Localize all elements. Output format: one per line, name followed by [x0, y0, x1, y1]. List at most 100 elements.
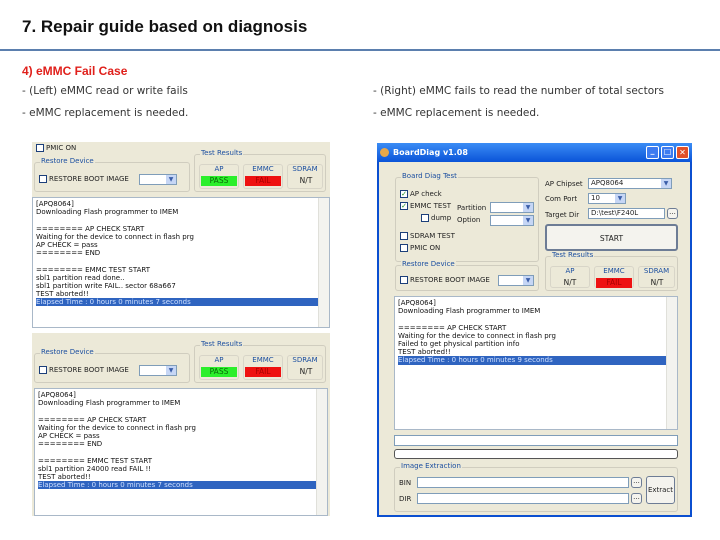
result-emmc: EMMC FAIL — [594, 266, 634, 288]
checkbox-label: dump — [431, 214, 452, 222]
sdram-test-checkbox[interactable]: SDRAM TEST — [400, 232, 455, 240]
title-bar: BoardDiag v1.08 _ □ ✕ — [377, 143, 692, 162]
group-label: Image Extraction — [400, 462, 462, 470]
target-dir-input[interactable]: D:\test\F240L — [588, 208, 665, 219]
target-dir-label: Target Dir — [545, 211, 580, 219]
option-select[interactable]: ▼ — [490, 215, 534, 226]
com-port-label: Com Port — [545, 195, 578, 203]
scrollbar[interactable] — [316, 389, 327, 515]
close-icon[interactable]: ✕ — [676, 146, 689, 159]
section-subtitle: 4) eMMC Fail Case — [22, 64, 128, 78]
status-badge: PASS — [201, 176, 237, 186]
ap-check-checkbox[interactable]: ✓ AP check — [400, 190, 442, 198]
emmc-test-checkbox[interactable]: ✓ EMMC TEST — [400, 202, 451, 210]
board-diag-test-group: Board Diag Test ✓ AP check ✓ EMMC TEST Par… — [395, 172, 539, 262]
restore-boot-image-checkbox[interactable]: RESTORE BOOT IMAGE — [39, 366, 129, 374]
log-line: TEST aborted!! — [36, 290, 89, 299]
status-badge: N/T — [299, 176, 313, 185]
chevron-down-icon: ▼ — [523, 203, 533, 212]
left-note-2: - eMMC replacement is needed. — [22, 107, 189, 119]
log-line: sbl1 partition write FAIL.. sector 68a66… — [36, 281, 176, 290]
status-badge: FAIL — [245, 176, 281, 186]
result-ap: AP PASS — [199, 164, 239, 189]
log-output[interactable]: [APQ8064] Downloading Flash programmer to… — [34, 388, 328, 516]
chevron-down-icon: ▼ — [523, 276, 533, 285]
log-line: Downloading Flash programmer to IMEM — [36, 208, 179, 217]
status-badge: N/T — [563, 278, 577, 287]
group-label: Board Diag Test — [401, 172, 458, 180]
restore-device-group: Restore Device RESTORE BOOT IMAGE ▼ — [395, 260, 539, 291]
chevron-down-icon: ▼ — [523, 216, 533, 225]
left-top-screenshot: PMIC ON Restore Device RESTORE BOOT IMAG… — [32, 142, 330, 328]
log-line-selected: Elapsed Time : 0 hours 0 minutes 7 secon… — [36, 298, 326, 307]
selected-value: 10 — [591, 194, 600, 202]
minimize-icon[interactable]: _ — [646, 146, 659, 159]
extract-button[interactable]: Extract — [646, 476, 675, 504]
pmic-label: PMIC ON — [46, 144, 77, 152]
option-label: Option — [457, 216, 481, 224]
restore-boot-image-checkbox[interactable]: RESTORE BOOT IMAGE — [400, 276, 490, 284]
status-badge: PASS — [201, 367, 237, 377]
checkbox-label: EMMC TEST — [410, 202, 452, 210]
group-label: Test Results — [551, 251, 595, 259]
log-line-selected: Elapsed Time : 0 hours 0 minutes 7 secon… — [38, 481, 324, 490]
log-line: ======== END — [38, 440, 103, 449]
log-line: Downloading Flash programmer to IMEM — [398, 307, 541, 316]
log-line: sbl1 partition 24000 read FAIL !! — [38, 464, 152, 473]
app-icon — [380, 148, 389, 157]
restore-image-select[interactable]: ▼ — [139, 174, 177, 185]
log-line: AP CHECK = pass — [36, 240, 98, 249]
result-emmc: EMMC FAIL — [243, 164, 283, 189]
title-divider — [0, 49, 720, 51]
restore-image-select[interactable]: ▼ — [139, 365, 177, 376]
group-label: Test Results — [200, 340, 244, 348]
ap-chipset-label: AP Chipset — [545, 180, 583, 188]
partition-select[interactable]: ▼ — [490, 202, 534, 213]
right-note-1: - (Right) eMMC fails to read the number … — [373, 85, 664, 97]
group-label: Restore Device — [401, 260, 456, 268]
target-dir-browse-button[interactable]: ... — [667, 208, 678, 219]
result-emmc: EMMC FAIL — [243, 355, 283, 380]
scrollbar[interactable] — [318, 198, 329, 327]
dump-checkbox[interactable]: dump — [421, 214, 451, 222]
ap-chipset-select[interactable]: APQ8064 ▼ — [588, 178, 672, 189]
log-line: [APQ8064] — [36, 200, 74, 208]
bin-input[interactable] — [417, 477, 629, 488]
log-output[interactable]: [APQ8064] Downloading Flash programmer to… — [32, 197, 330, 328]
status-badge: FAIL — [245, 367, 281, 377]
image-extraction-group: Image Extraction BIN ... DIR ... Extract — [394, 462, 678, 512]
result-ap: AP PASS — [199, 355, 239, 380]
partition-label: Partition — [457, 204, 487, 212]
pmic-on-checkbox[interactable]: PMIC ON — [400, 244, 440, 252]
result-sdram: SDRAM N/T — [287, 355, 323, 380]
status-badge: N/T — [650, 278, 664, 287]
result-sdram: SDRAM N/T — [287, 164, 323, 189]
pmic-on-checkbox[interactable]: PMIC ON — [36, 144, 76, 152]
log-line: ======== EMMC TEST START — [38, 456, 152, 465]
restore-image-select[interactable]: ▼ — [498, 275, 534, 286]
dir-input[interactable] — [417, 493, 629, 504]
maximize-icon[interactable]: □ — [661, 146, 674, 159]
log-line: ======== EMMC TEST START — [36, 265, 150, 274]
checkbox-label: PMIC ON — [410, 244, 441, 252]
chevron-down-icon: ▼ — [166, 175, 176, 184]
progress-bar — [394, 449, 678, 459]
checkbox-label: RESTORE BOOT IMAGE — [410, 276, 490, 284]
selected-value: APQ8064 — [591, 179, 624, 187]
scrollbar[interactable] — [666, 297, 677, 429]
restore-boot-image-checkbox[interactable]: RESTORE BOOT IMAGE — [39, 175, 129, 183]
dir-browse-button[interactable]: ... — [631, 493, 642, 504]
com-port-select[interactable]: 10 ▼ — [588, 193, 626, 204]
status-badge: FAIL — [596, 278, 632, 288]
checkbox-label: AP check — [410, 190, 442, 198]
start-button[interactable]: START — [545, 224, 678, 251]
log-output[interactable]: [APQ8064] Downloading Flash programmer to… — [394, 296, 678, 430]
log-line: TEST aborted!! — [38, 472, 91, 481]
bin-browse-button[interactable]: ... — [631, 477, 642, 488]
slide-title: 7. Repair guide based on diagnosis — [22, 17, 308, 36]
window-title: BoardDiag v1.08 — [393, 148, 468, 157]
